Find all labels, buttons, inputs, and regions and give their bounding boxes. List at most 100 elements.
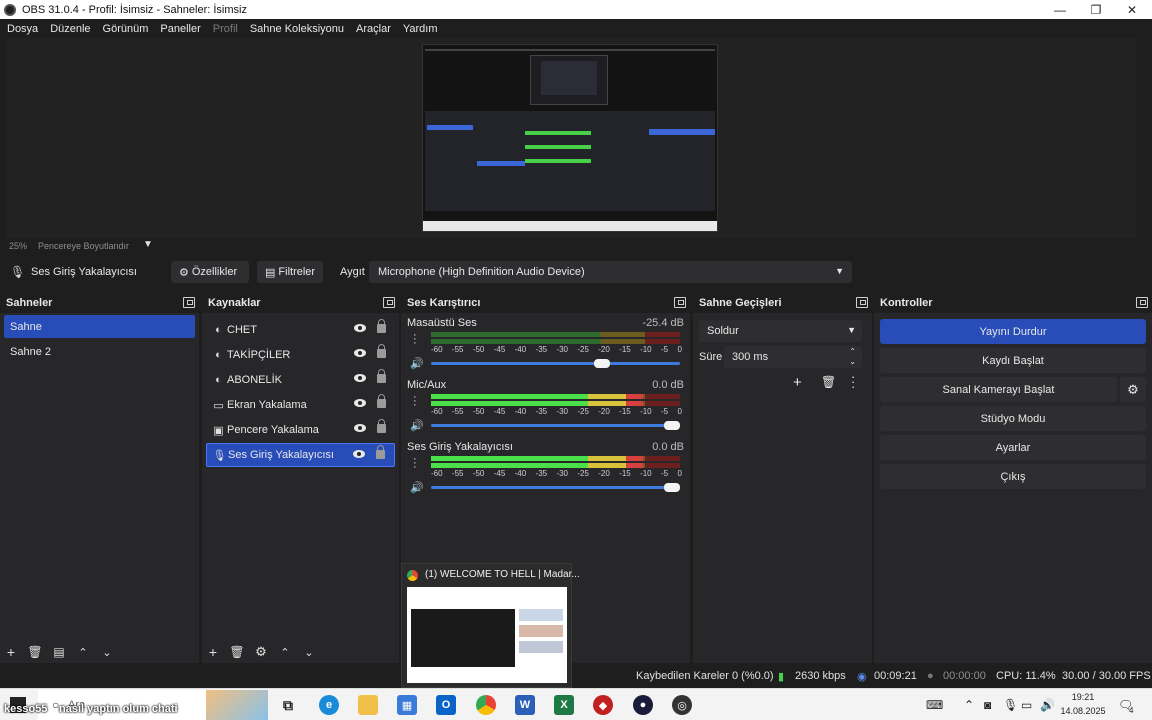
- volume-slider[interactable]: [431, 359, 680, 368]
- edge-icon[interactable]: e: [319, 695, 339, 715]
- eye-icon[interactable]: [354, 374, 366, 382]
- add-icon[interactable]: +: [206, 644, 220, 660]
- virtual-camera-settings-button[interactable]: ⚙: [1120, 377, 1146, 402]
- chevron-up-icon[interactable]: ⌃: [76, 645, 90, 659]
- source-item[interactable]: ◐ CHET: [206, 318, 395, 342]
- exit-button[interactable]: Çıkış: [880, 464, 1146, 489]
- undock-icon[interactable]: [1136, 297, 1148, 308]
- volume-slider[interactable]: [431, 483, 680, 492]
- volume-knob[interactable]: [664, 483, 680, 492]
- more-icon[interactable]: · · ·: [413, 330, 417, 349]
- chevron-up-icon[interactable]: ⌃: [964, 698, 974, 712]
- speaker-icon[interactable]: 🔊: [410, 357, 424, 370]
- file-explorer-icon[interactable]: [358, 695, 378, 715]
- close-button[interactable]: ✕: [1114, 0, 1150, 19]
- network-icon[interactable]: ▭: [1021, 698, 1032, 712]
- undock-icon[interactable]: [856, 297, 868, 308]
- source-item[interactable]: 🎙 Ses Giriş Yakalayıcısı: [206, 443, 395, 467]
- outlook-icon[interactable]: O: [436, 695, 456, 715]
- menu-edit[interactable]: Düzenle: [50, 23, 90, 35]
- source-item[interactable]: ▣ Pencere Yakalama: [206, 418, 395, 442]
- chevron-up-icon[interactable]: ⌃: [278, 645, 292, 659]
- menu-view[interactable]: Görünüm: [103, 23, 149, 35]
- minimize-button[interactable]: —: [1042, 0, 1078, 19]
- speaker-icon[interactable]: 🔊: [410, 481, 424, 494]
- transition-select[interactable]: Soldur ▼: [699, 320, 862, 342]
- scene-item[interactable]: Sahne 2: [4, 340, 195, 363]
- trash-icon[interactable]: 🗑: [27, 645, 42, 659]
- obs-taskbar-icon[interactable]: ◎: [672, 695, 692, 715]
- start-virtual-camera-button[interactable]: Sanal Kamerayı Başlat: [880, 377, 1117, 402]
- settings-button[interactable]: Ayarlar: [880, 435, 1146, 460]
- chevron-down-icon[interactable]: ▼: [143, 239, 153, 250]
- eye-icon[interactable]: [354, 324, 366, 332]
- taskbar-thumbnail-popup[interactable]: (1) WELCOME TO HELL | Madar...: [401, 563, 580, 688]
- popup-thumbnail[interactable]: [407, 587, 567, 683]
- scene-item[interactable]: Sahne: [4, 315, 195, 338]
- undock-icon[interactable]: [183, 297, 195, 308]
- spin-arrows-icon[interactable]: ⌃ ⌄: [849, 347, 856, 367]
- source-item[interactable]: ◐ ABONELİK: [206, 368, 395, 392]
- menu-file[interactable]: Dosya: [7, 23, 38, 35]
- store-icon[interactable]: ▦: [397, 695, 417, 715]
- stop-stream-button[interactable]: Yayını Durdur: [880, 319, 1146, 344]
- maximize-button[interactable]: ❐: [1078, 0, 1114, 19]
- preview-canvas[interactable]: [422, 44, 718, 232]
- eye-icon[interactable]: [354, 424, 366, 432]
- lock-icon[interactable]: [376, 445, 385, 459]
- camera-icon[interactable]: ◙: [984, 698, 991, 712]
- properties-button[interactable]: ⚙ Özellikler: [171, 261, 249, 283]
- keyboard-icon[interactable]: ⌨: [926, 698, 943, 712]
- speaker-icon[interactable]: 🔊: [410, 419, 424, 432]
- scale-tick: -15: [619, 407, 631, 416]
- trash-icon[interactable]: 🗑: [229, 645, 244, 659]
- eye-icon[interactable]: [354, 349, 366, 357]
- lock-icon[interactable]: [377, 369, 386, 383]
- more-icon[interactable]: · · ·: [851, 370, 855, 393]
- clock-time[interactable]: 19:21: [1060, 692, 1106, 702]
- gear-icon[interactable]: ⚙: [254, 644, 268, 659]
- device-select[interactable]: Microphone (High Definition Audio Device…: [369, 261, 852, 283]
- clock-date[interactable]: 14.08.2025: [1060, 706, 1106, 716]
- menu-scene-collection[interactable]: Sahne Koleksiyonu: [250, 23, 344, 35]
- more-icon[interactable]: · · ·: [413, 454, 417, 473]
- menu-tools[interactable]: Araçlar: [356, 23, 391, 35]
- add-icon[interactable]: +: [793, 374, 802, 391]
- source-item[interactable]: ◐ TAKİPÇİLER: [206, 343, 395, 367]
- eye-icon[interactable]: [354, 399, 366, 407]
- studio-mode-button[interactable]: Stüdyo Modu: [880, 406, 1146, 431]
- app-red-icon[interactable]: ◆: [593, 695, 613, 715]
- undock-icon[interactable]: [383, 297, 395, 308]
- volume-knob[interactable]: [594, 359, 611, 368]
- more-icon[interactable]: · · ·: [413, 392, 417, 411]
- menu-docks[interactable]: Paneller: [160, 23, 200, 35]
- eye-icon[interactable]: [353, 450, 365, 458]
- chevron-down-icon[interactable]: ⌄: [302, 645, 316, 659]
- fit-mode-label[interactable]: Pencereye Boyutlandır: [38, 241, 129, 251]
- trash-icon[interactable]: 🗑: [821, 375, 836, 389]
- filter-icon[interactable]: ▤: [52, 645, 66, 659]
- source-item[interactable]: ▭ Ekran Yakalama: [206, 393, 395, 417]
- volume-slider[interactable]: [431, 421, 680, 430]
- volume-icon[interactable]: 🔊: [1040, 698, 1055, 712]
- start-recording-button[interactable]: Kaydı Başlat: [880, 348, 1146, 373]
- filters-button[interactable]: ▤ Filtreler: [257, 261, 323, 283]
- lock-icon[interactable]: [377, 344, 386, 358]
- word-icon[interactable]: W: [515, 695, 535, 715]
- chevron-down-icon[interactable]: ⌄: [100, 645, 114, 659]
- lock-icon[interactable]: [377, 319, 386, 333]
- menu-profile[interactable]: Profil: [213, 23, 238, 35]
- lock-icon[interactable]: [377, 419, 386, 433]
- task-view-icon[interactable]: ⧉: [278, 695, 298, 715]
- duration-spinbox[interactable]: 300 ms ⌃ ⌄: [724, 346, 862, 368]
- chrome-icon[interactable]: [476, 695, 496, 715]
- app-blue-icon[interactable]: ●: [633, 695, 653, 715]
- menu-help[interactable]: Yardım: [403, 23, 438, 35]
- microphone-icon[interactable]: 🎙: [1003, 698, 1018, 712]
- volume-knob[interactable]: [664, 421, 680, 430]
- excel-icon[interactable]: X: [554, 695, 574, 715]
- lock-icon[interactable]: [377, 394, 386, 408]
- undock-icon[interactable]: [674, 297, 686, 308]
- level-meter: [431, 394, 680, 399]
- add-icon[interactable]: +: [4, 644, 18, 660]
